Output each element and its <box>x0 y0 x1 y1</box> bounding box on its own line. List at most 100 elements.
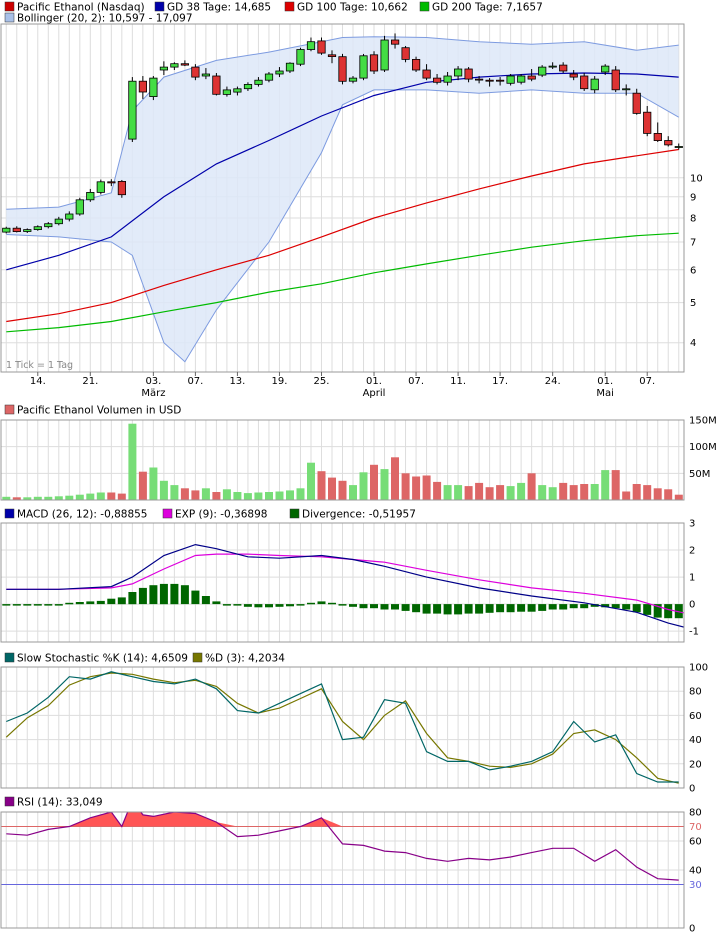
divergence-bar <box>117 597 126 605</box>
y-tick-label: 1 <box>689 573 695 584</box>
legend-blue-square-icon <box>154 1 165 12</box>
volume-bar <box>454 485 463 500</box>
candle-body <box>495 79 505 82</box>
volume-bar <box>75 494 84 500</box>
legend-teal-square-icon <box>4 652 15 663</box>
volume-bar <box>328 477 336 500</box>
y-tick-label: 0 <box>689 600 695 611</box>
divergence-bar <box>201 596 210 605</box>
divergence-bar <box>506 604 515 613</box>
legend-purple-square-icon <box>4 796 15 807</box>
candle-body <box>191 66 200 78</box>
divergence-bar <box>454 604 463 615</box>
divergence-bar <box>359 604 368 609</box>
candle-body <box>359 55 368 79</box>
x-tick-label: 03. <box>145 376 161 387</box>
candle-body <box>306 41 316 50</box>
candle-body <box>96 181 105 193</box>
x-tick-label: 21. <box>82 376 98 387</box>
x-tick-label: 14. <box>30 376 46 387</box>
volume-bar <box>275 491 284 500</box>
volume-bar <box>401 473 410 500</box>
divergence-bar <box>180 585 189 605</box>
candle-body <box>485 79 494 82</box>
divergence-bar <box>422 604 431 614</box>
volume-bar <box>496 485 505 500</box>
y-tick-label: 8 <box>690 214 696 225</box>
x-tick-label: 19. <box>272 376 288 387</box>
candle-body <box>559 64 568 72</box>
divergence-bar <box>275 604 284 607</box>
volume-bar <box>632 484 641 500</box>
candle-body <box>2 227 11 233</box>
candle-body <box>380 39 389 71</box>
candle-body <box>453 68 463 77</box>
candle-body <box>44 223 53 228</box>
divergence-bar <box>622 604 631 610</box>
volume-bar <box>243 493 252 500</box>
divergence-bar <box>54 604 63 606</box>
x-tick-month: März <box>141 388 165 399</box>
volume-bar <box>580 484 589 500</box>
candle-body <box>338 56 347 82</box>
legend-bollinger: Bollinger (20, 2): 10,597 - 17,097 <box>17 13 193 25</box>
volume-bar <box>201 488 210 500</box>
divergence-bar <box>370 604 378 609</box>
volume-bar <box>548 487 557 500</box>
volume-bar <box>380 469 389 500</box>
legend-red-square-icon <box>284 1 295 12</box>
x-tick-label: 24. <box>545 376 561 387</box>
candle-body <box>369 54 379 72</box>
legend-rsi: RSI (14): 33,049 <box>17 797 103 809</box>
candle-body <box>506 75 515 84</box>
divergence-bar <box>643 604 652 615</box>
tick-note: 1 Tick = 1 Tag <box>6 360 73 371</box>
legend-green-square-icon <box>419 1 430 12</box>
legend-stoch-d: %D (3): 4,2034 <box>205 653 285 665</box>
volume-bar <box>117 493 126 500</box>
volume-bar <box>664 489 673 500</box>
candle-body <box>275 70 284 75</box>
volume-bar <box>359 472 368 500</box>
divergence-bar <box>75 602 84 605</box>
candle-body <box>622 88 631 91</box>
x-tick-label: 11. <box>450 376 466 387</box>
candle-body <box>149 77 158 97</box>
volume-bar <box>611 470 620 500</box>
candle-body <box>33 226 42 230</box>
candle-body <box>390 39 400 45</box>
divergence-bar <box>538 604 547 611</box>
divergence-bar <box>569 604 578 609</box>
volume-bar <box>517 482 526 500</box>
y-tick-label: 10 <box>690 173 703 184</box>
divergence-bar <box>243 604 252 607</box>
x-tick-month: April <box>363 388 386 399</box>
divergence-bar <box>496 604 505 613</box>
candle-body <box>222 89 231 95</box>
volume-bar <box>569 485 578 500</box>
divergence-bar <box>128 592 137 605</box>
x-tick-label: 25. <box>314 376 330 387</box>
candle-body <box>474 78 484 81</box>
y-tick-label: 40 <box>689 735 702 746</box>
candle-body <box>23 229 32 232</box>
divergence-bar <box>632 604 641 613</box>
candle-body <box>233 88 242 93</box>
x-tick-label: 13. <box>229 376 245 387</box>
y-tick-label: 9 <box>690 192 696 203</box>
divergence-bar <box>527 604 536 612</box>
y-tick-label: 100 <box>689 663 708 674</box>
candle-body <box>138 80 147 93</box>
divergence-bar <box>317 601 326 605</box>
volume-bar <box>54 496 63 500</box>
divergence-bar <box>33 604 42 606</box>
volume-bar <box>590 484 599 500</box>
candle-body <box>653 132 662 141</box>
volume-bar <box>317 471 326 500</box>
divergence-bar <box>65 602 74 605</box>
volume-bar <box>149 467 158 500</box>
candle-body <box>632 92 641 114</box>
volume-bar <box>307 462 315 500</box>
y-tick-label: 5 <box>690 298 696 309</box>
y-tick-label: 100M <box>689 442 717 453</box>
